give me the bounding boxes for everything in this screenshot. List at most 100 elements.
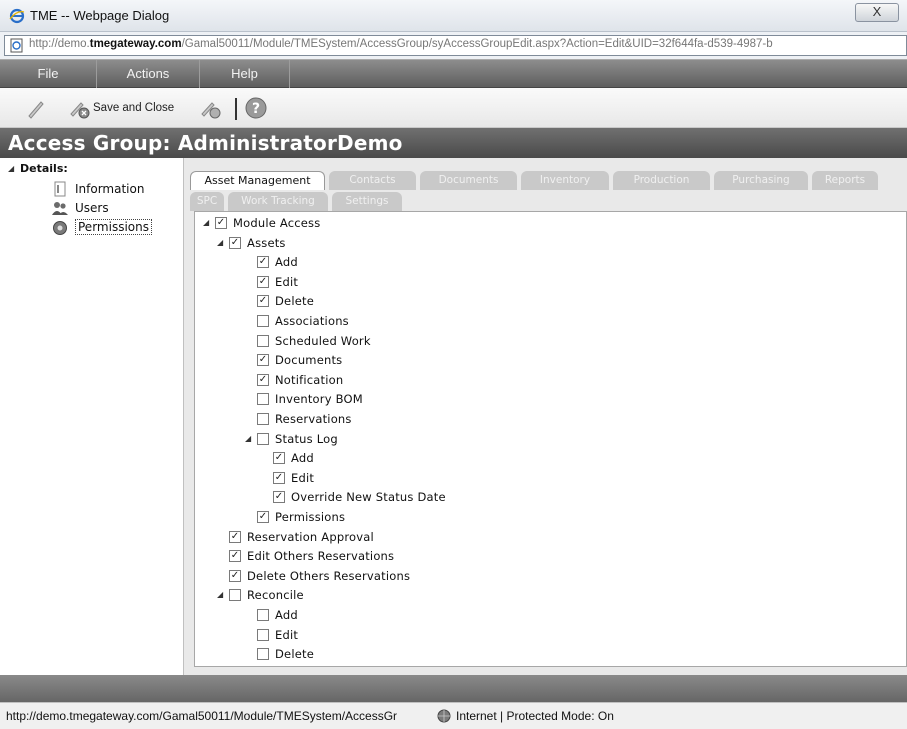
tree-item-label: Status Log: [275, 431, 338, 446]
tree-expander-icon[interactable]: ◢: [217, 590, 223, 599]
tree-item-label: Delete: [275, 294, 314, 309]
status-url: http://demo.tmegateway.com/Gamal50011/Mo…: [6, 709, 398, 723]
toolbar: Save and Close ?: [0, 88, 907, 128]
tree-item-label: Add: [291, 451, 314, 466]
url-field[interactable]: http://demo.tmegateway.com/Gamal50011/Mo…: [4, 35, 907, 56]
tabs-row-1: Asset Management Contacts Documents Inve…: [190, 171, 890, 190]
url-text: http://demo.tmegateway.com/Gamal50011/Mo…: [29, 38, 773, 50]
sidebar-item-label: Information: [75, 182, 145, 196]
tree-item-label: Inventory BOM: [275, 392, 363, 407]
menu-help[interactable]: Help: [200, 60, 290, 88]
tree-expander-icon[interactable]: ◢: [217, 238, 223, 247]
permissions-icon: [53, 221, 67, 235]
tree-checkbox[interactable]: ✓: [215, 217, 227, 229]
tree-expander-icon[interactable]: ◢: [245, 434, 251, 443]
tree-checkbox[interactable]: ✓: [257, 354, 269, 367]
close-icon: X: [872, 4, 882, 19]
tree-item-label: Delete Others Reservations: [247, 568, 411, 583]
tree-item-label: Override New Status Date: [291, 490, 446, 505]
info-icon: [54, 181, 66, 197]
tree-item-label: Module Access: [233, 216, 321, 230]
menu-actions[interactable]: Actions: [97, 60, 200, 88]
tree-checkbox[interactable]: [257, 315, 269, 327]
tree-checkbox[interactable]: [257, 432, 269, 445]
dialog-footer: [0, 675, 907, 702]
tree-checkbox[interactable]: ✓: [273, 471, 285, 484]
window-titlebar: TME -- Webpage Dialog X: [0, 0, 907, 32]
globe-icon: [437, 709, 451, 723]
tree-checkbox[interactable]: [257, 648, 269, 661]
tree-item-label: Permissions: [275, 510, 346, 524]
tree-item-label: Reservations: [275, 412, 352, 426]
tree-checkbox[interactable]: ✓: [229, 236, 241, 249]
tree-checkbox[interactable]: [257, 628, 269, 641]
window-title: TME -- Webpage Dialog: [30, 8, 170, 23]
tree-item-label: Reconcile: [247, 588, 304, 603]
tree-checkbox[interactable]: ✓: [273, 452, 285, 465]
tree-item-label: Notification: [275, 372, 344, 387]
page-title: Access Group: AdministratorDemo: [8, 131, 403, 155]
tab-contacts[interactable]: Contacts: [329, 171, 416, 190]
tree-checkbox[interactable]: ✓: [257, 275, 269, 288]
tree-checkbox[interactable]: [257, 393, 269, 406]
tree-item-label: Scheduled Work: [275, 333, 371, 348]
tabs-row-2: SPC Work Tracking Settings: [190, 192, 450, 211]
tab-purchasing[interactable]: Purchasing: [714, 171, 808, 190]
page-header: Access Group: AdministratorDemo: [0, 128, 907, 158]
internet-explorer-icon: [9, 8, 25, 24]
sidebar-item-label: Users: [75, 201, 109, 215]
tree-item-label: Associations: [275, 314, 349, 328]
tab-settings[interactable]: Settings: [332, 192, 402, 211]
tab-asset-management[interactable]: Asset Management: [190, 171, 325, 190]
tree-item-label: Delete: [275, 647, 314, 662]
tree-checkbox[interactable]: [257, 413, 269, 425]
tree-item-label: Add: [275, 608, 298, 622]
tree-checkbox[interactable]: ✓: [229, 550, 241, 563]
tree-item-label: Edit: [275, 274, 299, 289]
tree-item-label: Add: [275, 255, 298, 270]
tab-spc[interactable]: SPC: [190, 192, 224, 211]
security-zone: Internet | Protected Mode: On: [456, 709, 614, 723]
permissions-tree: ◢ ✓ Module Access ◢ ✓ Assets ✓ Add ✓ Edit ✓ Delete A…: [194, 211, 907, 667]
tab-reports[interactable]: Reports: [812, 171, 878, 190]
tree-item-label: Assets: [247, 235, 286, 250]
tree-checkbox[interactable]: ✓: [257, 511, 269, 523]
svg-text:?: ?: [252, 101, 260, 117]
tab-work-tracking[interactable]: Work Tracking: [228, 192, 328, 211]
tab-documents[interactable]: Documents: [420, 171, 517, 190]
tab-production[interactable]: Production: [613, 171, 710, 190]
status-bar: http://demo.tmegateway.com/Gamal50011/Mo…: [0, 702, 907, 729]
tree-checkbox[interactable]: [257, 334, 269, 347]
tree-checkbox[interactable]: ✓: [257, 295, 269, 308]
tree-expander-icon[interactable]: ◢: [203, 218, 209, 227]
edit-pencil-icon[interactable]: [26, 96, 46, 120]
tree-checkbox[interactable]: ✓: [229, 569, 241, 582]
users-icon: [52, 202, 68, 215]
menu-bar: File Actions Help: [0, 59, 907, 88]
sidebar: ◢ Details: Information Users Permissions: [0, 158, 183, 675]
save-new-icon[interactable]: [198, 96, 224, 120]
collapse-icon[interactable]: ◢: [8, 164, 14, 173]
sidebar-item-label: Permissions: [75, 219, 152, 235]
tree-item-label: Reservation Approval: [247, 529, 374, 544]
help-icon[interactable]: ?: [244, 96, 268, 120]
page-icon: [10, 38, 23, 53]
close-button[interactable]: X: [855, 3, 899, 22]
tree-item-label: Edit: [275, 627, 299, 642]
tree-checkbox[interactable]: ✓: [229, 530, 241, 543]
tree-item-label: Documents: [275, 353, 343, 368]
tree-item-label: Edit: [291, 470, 315, 485]
tree-checkbox[interactable]: [257, 609, 269, 621]
tree-checkbox[interactable]: ✓: [257, 256, 269, 269]
tree-checkbox[interactable]: ✓: [257, 373, 269, 386]
toolbar-separator: [235, 98, 237, 120]
sidebar-section-title: Details:: [20, 162, 68, 175]
address-bar: http://demo.tmegateway.com/Gamal50011/Mo…: [0, 32, 907, 59]
tree-checkbox[interactable]: ✓: [273, 491, 285, 504]
tree-checkbox[interactable]: [229, 589, 241, 602]
save-icon: [70, 102, 90, 119]
tree-item-label: Edit Others Reservations: [247, 549, 395, 564]
tab-inventory[interactable]: Inventory: [521, 171, 609, 190]
save-and-close-label: Save and Close: [93, 102, 175, 114]
menu-file[interactable]: File: [0, 60, 97, 88]
